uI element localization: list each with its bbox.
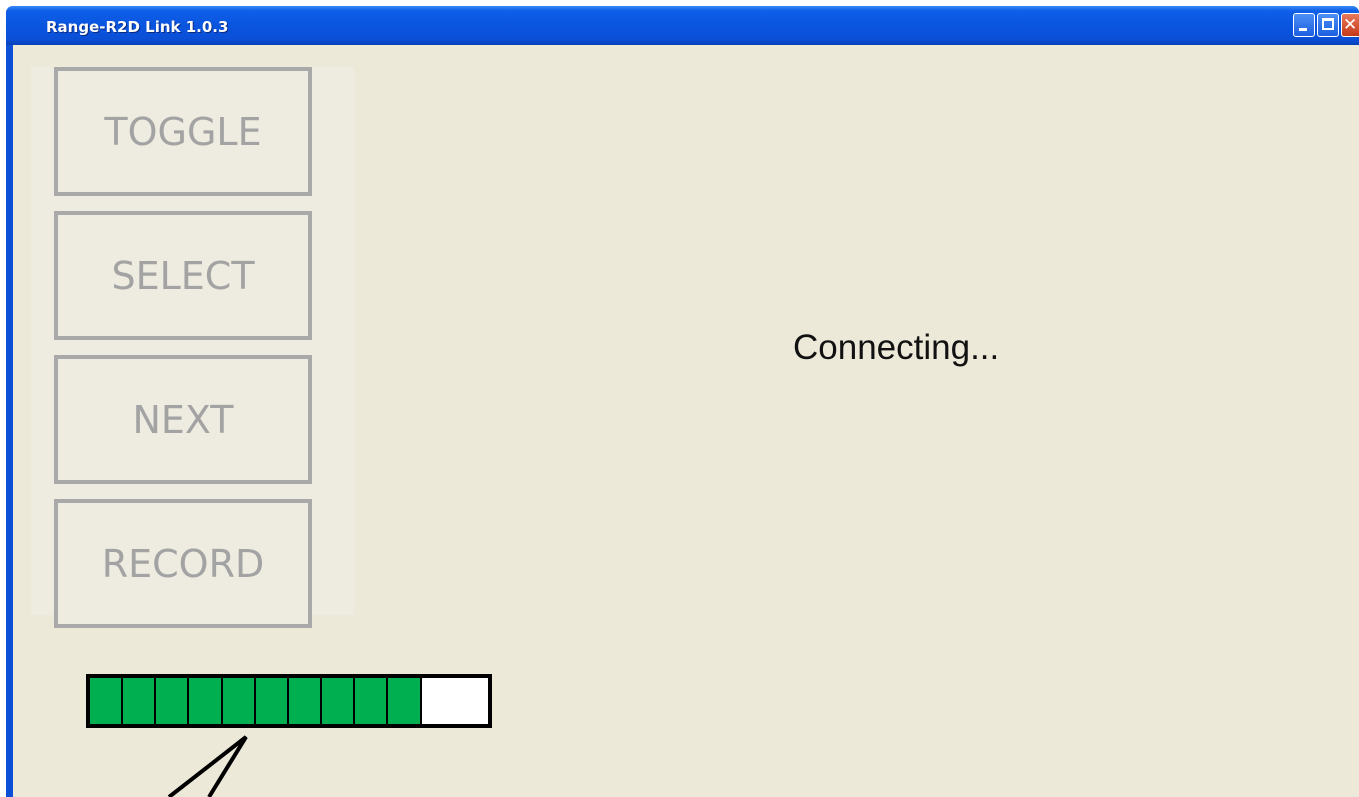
progress-segment (189, 678, 223, 724)
window-title: Range-R2D Link 1.0.3 (46, 18, 229, 36)
close-icon: ✕ (1343, 15, 1358, 35)
close-button[interactable]: ✕ (1341, 13, 1359, 37)
progress-segment (322, 678, 356, 724)
progress-segments (90, 678, 422, 724)
progress-segment (355, 678, 389, 724)
progress-segment (222, 678, 256, 724)
record-button[interactable]: RECORD (54, 499, 312, 628)
title-bar[interactable]: Range-R2D Link 1.0.3 ✕ (6, 6, 1359, 45)
minimize-icon (1299, 28, 1307, 31)
progress-segment (123, 678, 157, 724)
window-controls: ✕ (1293, 13, 1359, 39)
toggle-button[interactable]: TOGGLE (54, 67, 312, 196)
minimize-button[interactable] (1293, 13, 1315, 37)
select-button[interactable]: SELECT (54, 211, 312, 340)
progress-segment (288, 678, 323, 724)
progress-segment (90, 678, 124, 724)
connection-status: Connecting... (793, 328, 1000, 367)
maximize-button[interactable] (1317, 13, 1339, 37)
progress-segment (388, 678, 422, 724)
maximize-icon (1322, 18, 1334, 30)
next-button[interactable]: NEXT (54, 355, 312, 484)
client-area: TOGGLE SELECT NEXT RECORD Connecting... (13, 45, 1359, 797)
app-window: Range-R2D Link 1.0.3 ✕ TOGGLE SELECT NEX… (6, 6, 1359, 797)
progress-segment (255, 678, 289, 724)
progress-segment (156, 678, 190, 724)
connection-progress-bar (86, 674, 492, 728)
